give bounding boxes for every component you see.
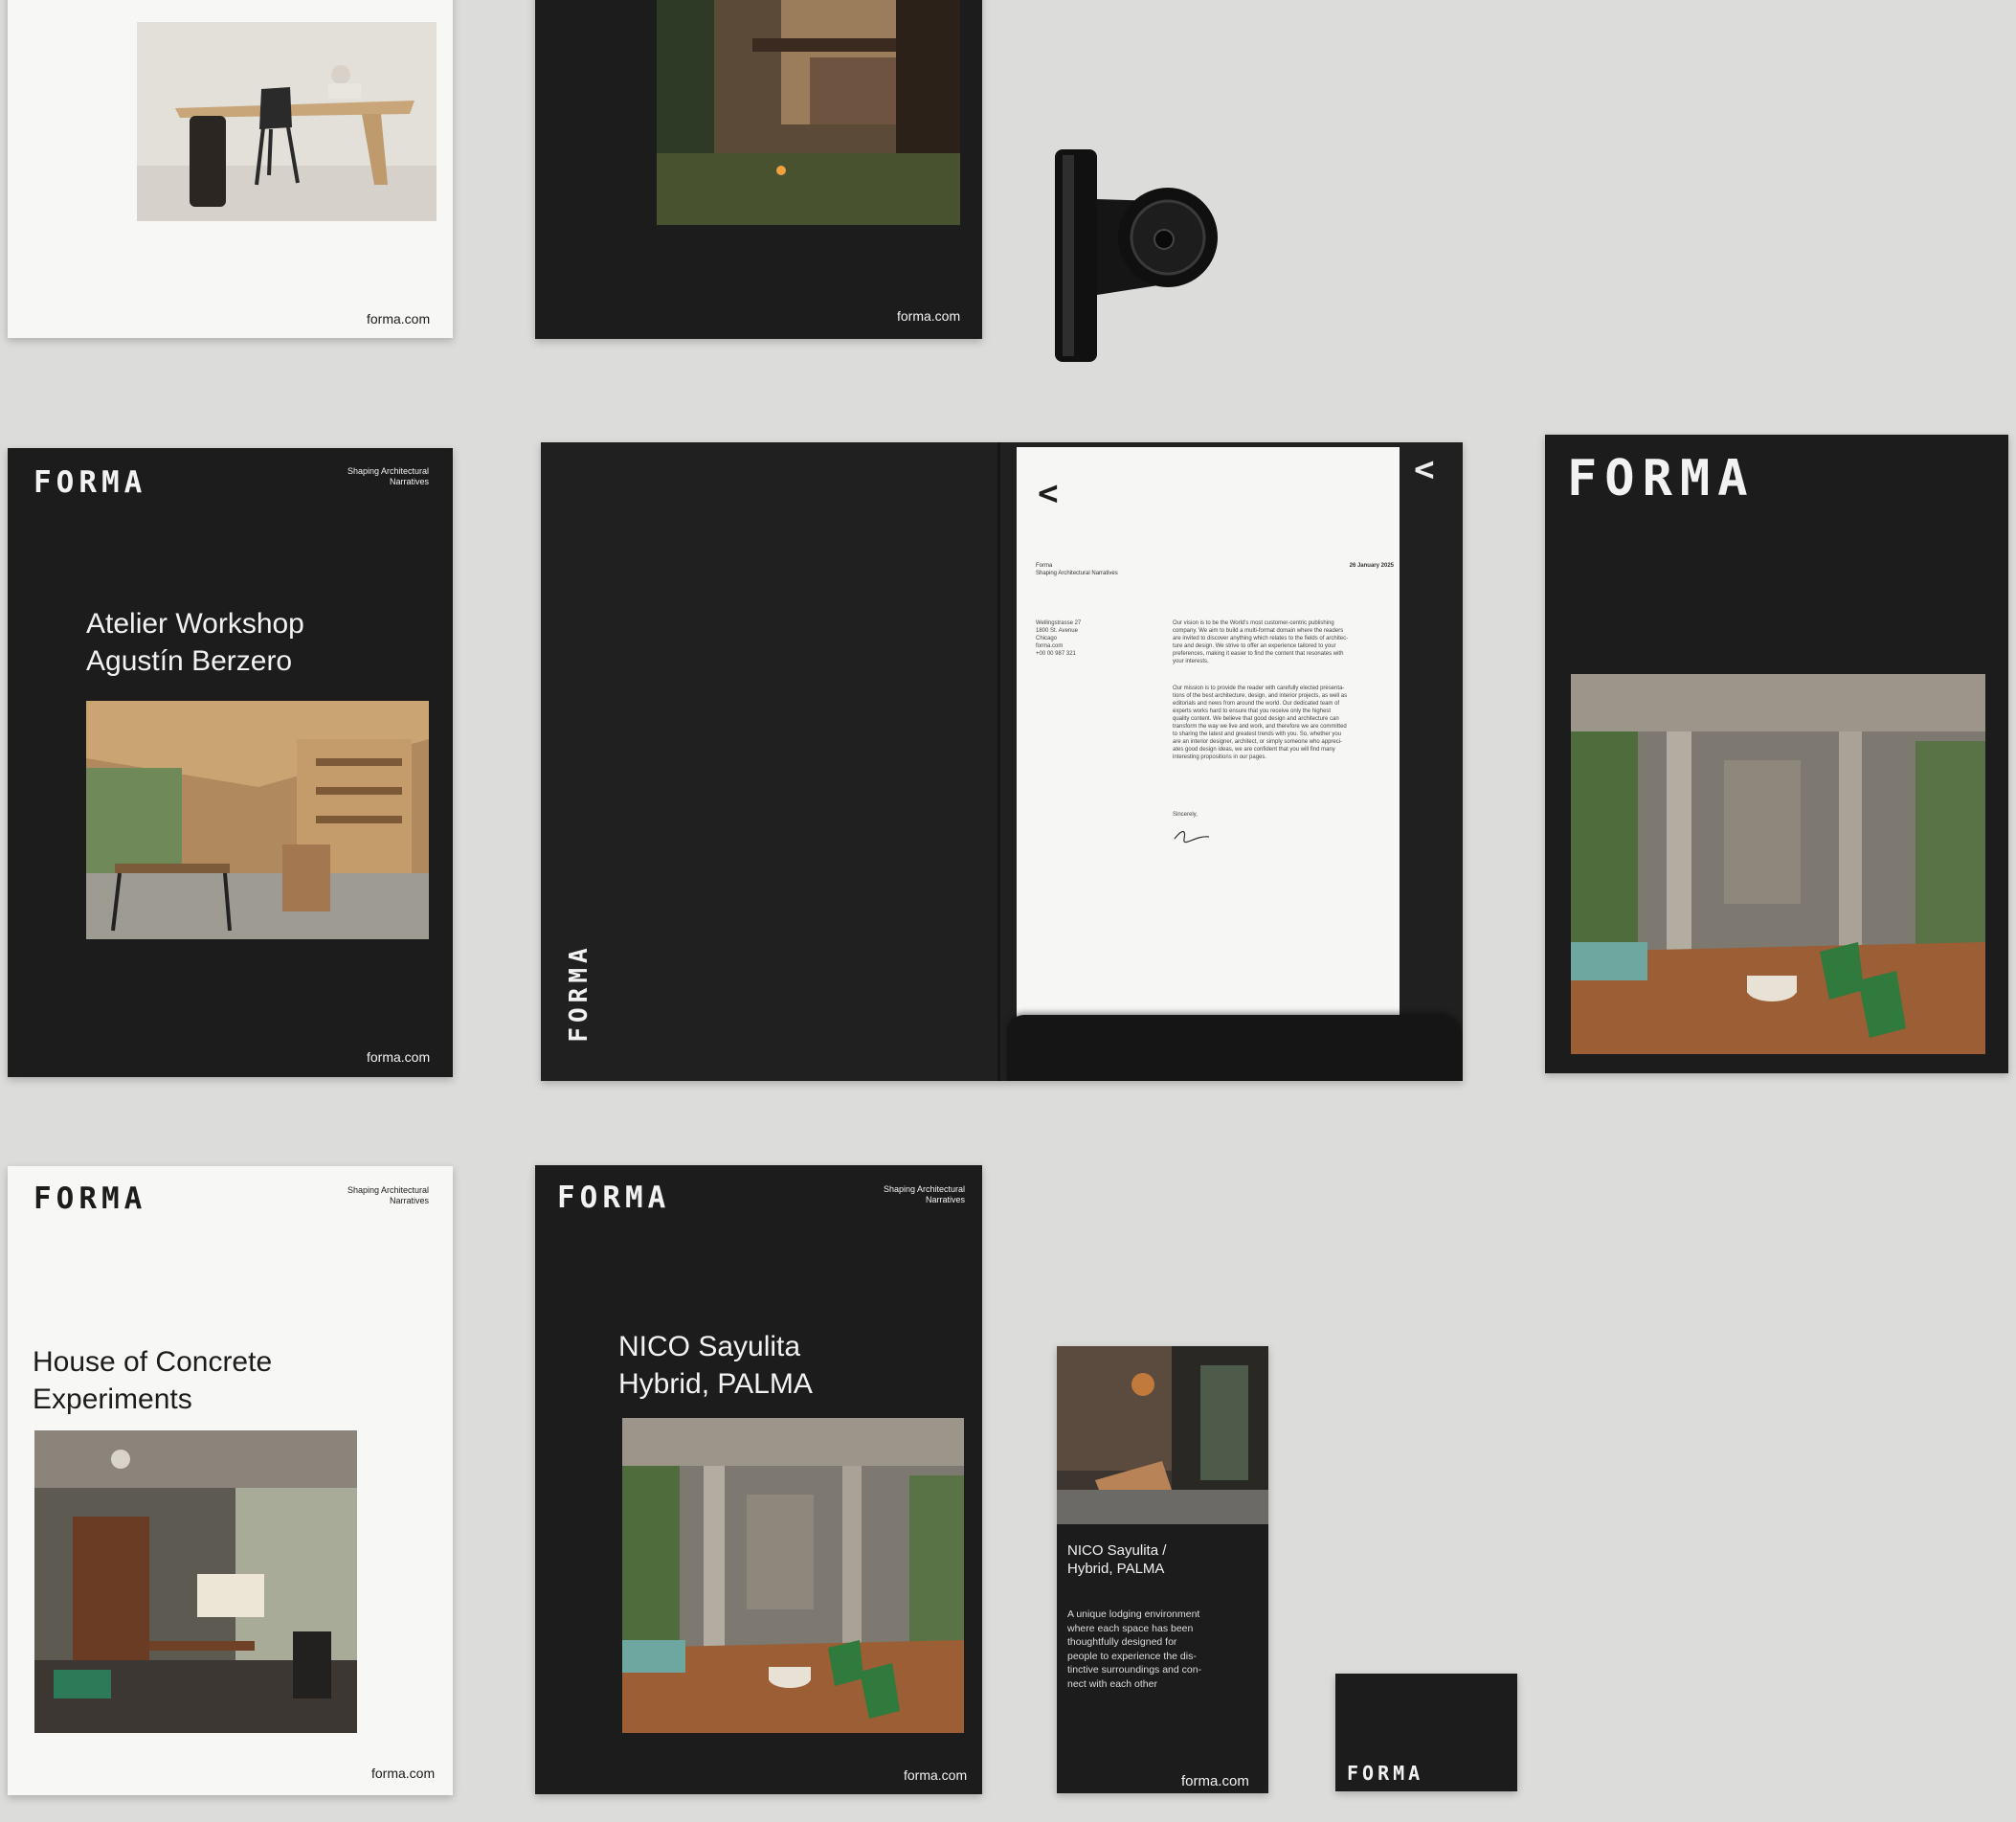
- paragraph-2-line-0: Our mission is to provide the reader wit…: [1173, 686, 1345, 691]
- letter-paragraph-2: Our mission is to provide the reader wit…: [1173, 685, 1398, 761]
- bookmark-title-line2: Hybrid, PALMA: [1067, 1561, 1165, 1577]
- signature-icon: [1174, 830, 1210, 844]
- top-center-card: forma.com: [535, 0, 982, 339]
- atelier-title-line2: Agustín Berzero: [86, 645, 293, 677]
- tagline-line1: Shaping Architectural: [347, 1185, 429, 1195]
- paragraph-2-line-3: experts works hard to ensure that you re…: [1173, 709, 1332, 714]
- bookmark-body-line-1: where each space has been: [1067, 1622, 1194, 1634]
- forma-mark-icon: <: [1038, 474, 1059, 513]
- business-card: FORMA: [1335, 1674, 1517, 1791]
- nico-title: NICO Sayulita Hybrid, PALMA: [618, 1328, 813, 1403]
- paragraph-2-line-1: tions of the best architecture, design, …: [1173, 693, 1348, 699]
- tagline: Shaping Architectural Narratives: [347, 1185, 429, 1206]
- sender-line1: Forma: [1036, 563, 1053, 569]
- address-block: Wellingstrasse 27 1800 St. Avenue Chicago f…: [1036, 619, 1081, 658]
- atelier-title-line1: Atelier Workshop: [86, 608, 304, 640]
- paragraph-2-line-7: are an interior designer, architect, or …: [1173, 739, 1343, 745]
- address-line-0: Wellingstrasse 27: [1036, 620, 1082, 626]
- folder-tab-mark-icon: <: [1414, 450, 1435, 489]
- presentation-folder: FORMA < Forma Shaping Architectural Narr…: [541, 442, 1463, 1081]
- bookmark-body-line-0: A unique lodging environment: [1067, 1608, 1200, 1620]
- bookmark-body-line-5: nect with each other: [1067, 1677, 1157, 1690]
- letter-paragraph-1: Our vision is to be the World's most cus…: [1173, 619, 1398, 665]
- workshop-photo: [86, 701, 429, 939]
- concrete-title: House of Concrete Experiments: [33, 1343, 272, 1418]
- forma-logo: FORMA: [34, 465, 147, 500]
- concrete-title-line2: Experiments: [33, 1383, 192, 1415]
- tagline: Shaping Architectural Narratives: [884, 1184, 965, 1205]
- nico-card: FORMA Shaping Architectural Narratives N…: [535, 1165, 982, 1794]
- tagline-line1: Shaping Architectural: [347, 466, 429, 476]
- forma-logo: FORMA: [1567, 450, 1756, 507]
- paragraph-1-line-0: Our vision is to be the World's most cus…: [1173, 620, 1334, 626]
- forma-logo: FORMA: [1347, 1762, 1424, 1785]
- letterhead-sheet: < Forma Shaping Architectural Narratives…: [1017, 447, 1400, 1022]
- atelier-title: Atelier Workshop Agustín Berzero: [86, 605, 304, 680]
- folder-pocket: [1007, 1015, 1463, 1081]
- tagline-line2: Narratives: [389, 477, 429, 486]
- right-cover-card: FORMA: [1545, 435, 2008, 1073]
- paragraph-1-line-2: are invited to discover anything which r…: [1173, 636, 1349, 641]
- nico-title-line1: NICO Sayulita: [618, 1331, 801, 1362]
- bookmark-body-line-4: tinctive surroundings and con-: [1067, 1664, 1202, 1676]
- tagline-line1: Shaping Architectural: [883, 1184, 965, 1194]
- url-label: forma.com: [367, 311, 431, 326]
- paragraph-2-line-5: transform the way we live and work, and …: [1173, 724, 1347, 730]
- tagline-line2: Narratives: [389, 1196, 429, 1205]
- nico-title-line2: Hybrid, PALMA: [618, 1368, 813, 1400]
- url-label: forma.com: [897, 308, 961, 324]
- bookmark-body-line-2: thoughtfully designed for: [1067, 1636, 1177, 1648]
- paragraph-1-line-4: preferences, making it easier to find th…: [1173, 651, 1344, 657]
- bookmark-title-line1: NICO Sayulita /: [1067, 1542, 1167, 1559]
- forma-logo: FORMA: [557, 1181, 671, 1215]
- atelier-card: FORMA Shaping Architectural Narratives A…: [8, 448, 453, 1077]
- url-label: forma.com: [371, 1766, 436, 1781]
- terrace-photo: [1571, 674, 1985, 1054]
- paragraph-2-line-9: interesting propositions in our pages.: [1173, 754, 1267, 760]
- sender-line2: Shaping Architectural Narratives: [1036, 571, 1118, 576]
- address-line-1: 1800 St. Avenue: [1036, 628, 1078, 634]
- concrete-title-line1: House of Concrete: [33, 1346, 273, 1378]
- folder-spine: [997, 442, 1000, 1081]
- paragraph-2-line-2: editorials and news from around the worl…: [1173, 701, 1340, 707]
- lounge-photo: [1057, 1346, 1268, 1524]
- paragraph-1-line-1: company. We aim to build a multi-format …: [1173, 628, 1344, 634]
- courtyard-photo: [657, 0, 960, 225]
- binder-clip-icon: [1055, 149, 1218, 362]
- address-line-3: forma.com: [1036, 643, 1064, 649]
- url-label: forma.com: [367, 1049, 431, 1065]
- url-label: forma.com: [904, 1767, 968, 1783]
- tagline: Shaping Architectural Narratives: [347, 466, 429, 487]
- nico-terrace-photo: [622, 1418, 964, 1733]
- tagline-line2: Narratives: [925, 1195, 965, 1204]
- forma-logo: FORMA: [34, 1181, 147, 1216]
- desk-chair-photo: [137, 22, 437, 221]
- bookmark-body-line-3: people to experience the dis-: [1067, 1650, 1197, 1662]
- paragraph-2-line-6: to sharing the latest and greatest trend…: [1173, 731, 1342, 737]
- address-line-4: +00 00 987 321: [1036, 651, 1076, 657]
- address-line-2: Chicago: [1036, 636, 1058, 641]
- closing: Sincerely,: [1173, 812, 1198, 818]
- url-label: forma.com: [1181, 1773, 1249, 1789]
- paragraph-1-line-3: ture and design. We strive to offer an e…: [1173, 643, 1336, 649]
- letter-date: 26 January 2025: [1349, 563, 1394, 569]
- concrete-interior-photo: [34, 1430, 357, 1733]
- paragraph-1-line-5: your interests.: [1173, 659, 1209, 664]
- paragraph-2-line-4: quality content. We believe that good de…: [1173, 716, 1339, 722]
- top-left-postcard: forma.com: [8, 0, 453, 338]
- paragraph-2-line-8: ates good design ideas, we are confident…: [1173, 747, 1335, 753]
- folder-vertical-logo: FORMA: [565, 943, 594, 1043]
- concrete-card: FORMA Shaping Architectural Narratives H…: [8, 1166, 453, 1795]
- sender: Forma Shaping Architectural Narratives: [1036, 562, 1118, 577]
- bookmark-title: NICO Sayulita / Hybrid, PALMA: [1067, 1541, 1166, 1578]
- bookmark-card: NICO Sayulita / Hybrid, PALMA A unique l…: [1057, 1346, 1268, 1793]
- bookmark-description: A unique lodging environment where each s…: [1067, 1608, 1201, 1691]
